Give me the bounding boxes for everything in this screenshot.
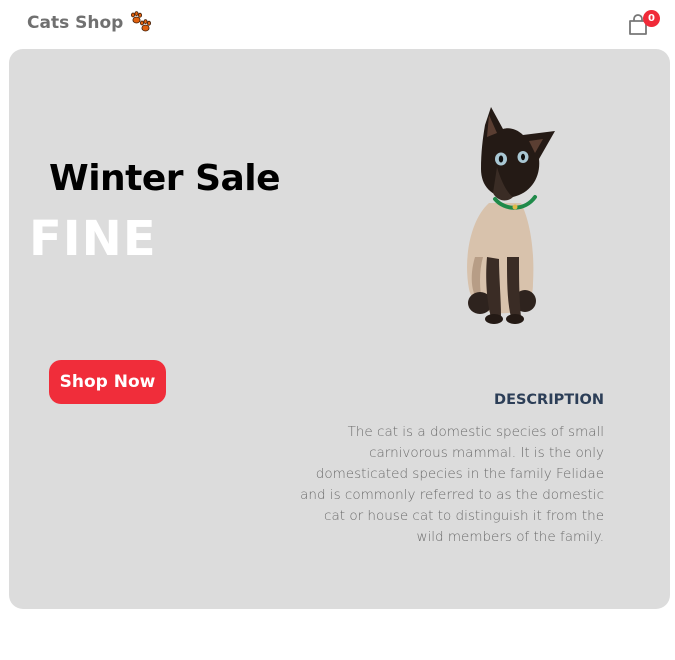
paw-prints-icon <box>131 11 152 32</box>
hero-banner: Winter Sale FINE Shop Now DESCRIPTION Th… <box>9 49 670 609</box>
hero-subtitle: Winter Sale <box>49 158 281 199</box>
description-heading: DESCRIPTION <box>494 392 604 408</box>
description-block: DESCRIPTION The cat is a domestic specie… <box>294 392 604 548</box>
brand-name: Cats Shop <box>27 13 124 33</box>
shop-now-button[interactable]: Shop Now <box>49 360 166 404</box>
hero-title: FINE <box>29 211 157 267</box>
cart-button[interactable]: 0 <box>628 10 662 38</box>
cart-count-badge: 0 <box>643 10 660 27</box>
description-text: The cat is a domestic species of small c… <box>300 424 604 545</box>
siamese-cat-image <box>467 107 555 324</box>
brand-logo-link[interactable]: Cats Shop <box>27 11 153 35</box>
